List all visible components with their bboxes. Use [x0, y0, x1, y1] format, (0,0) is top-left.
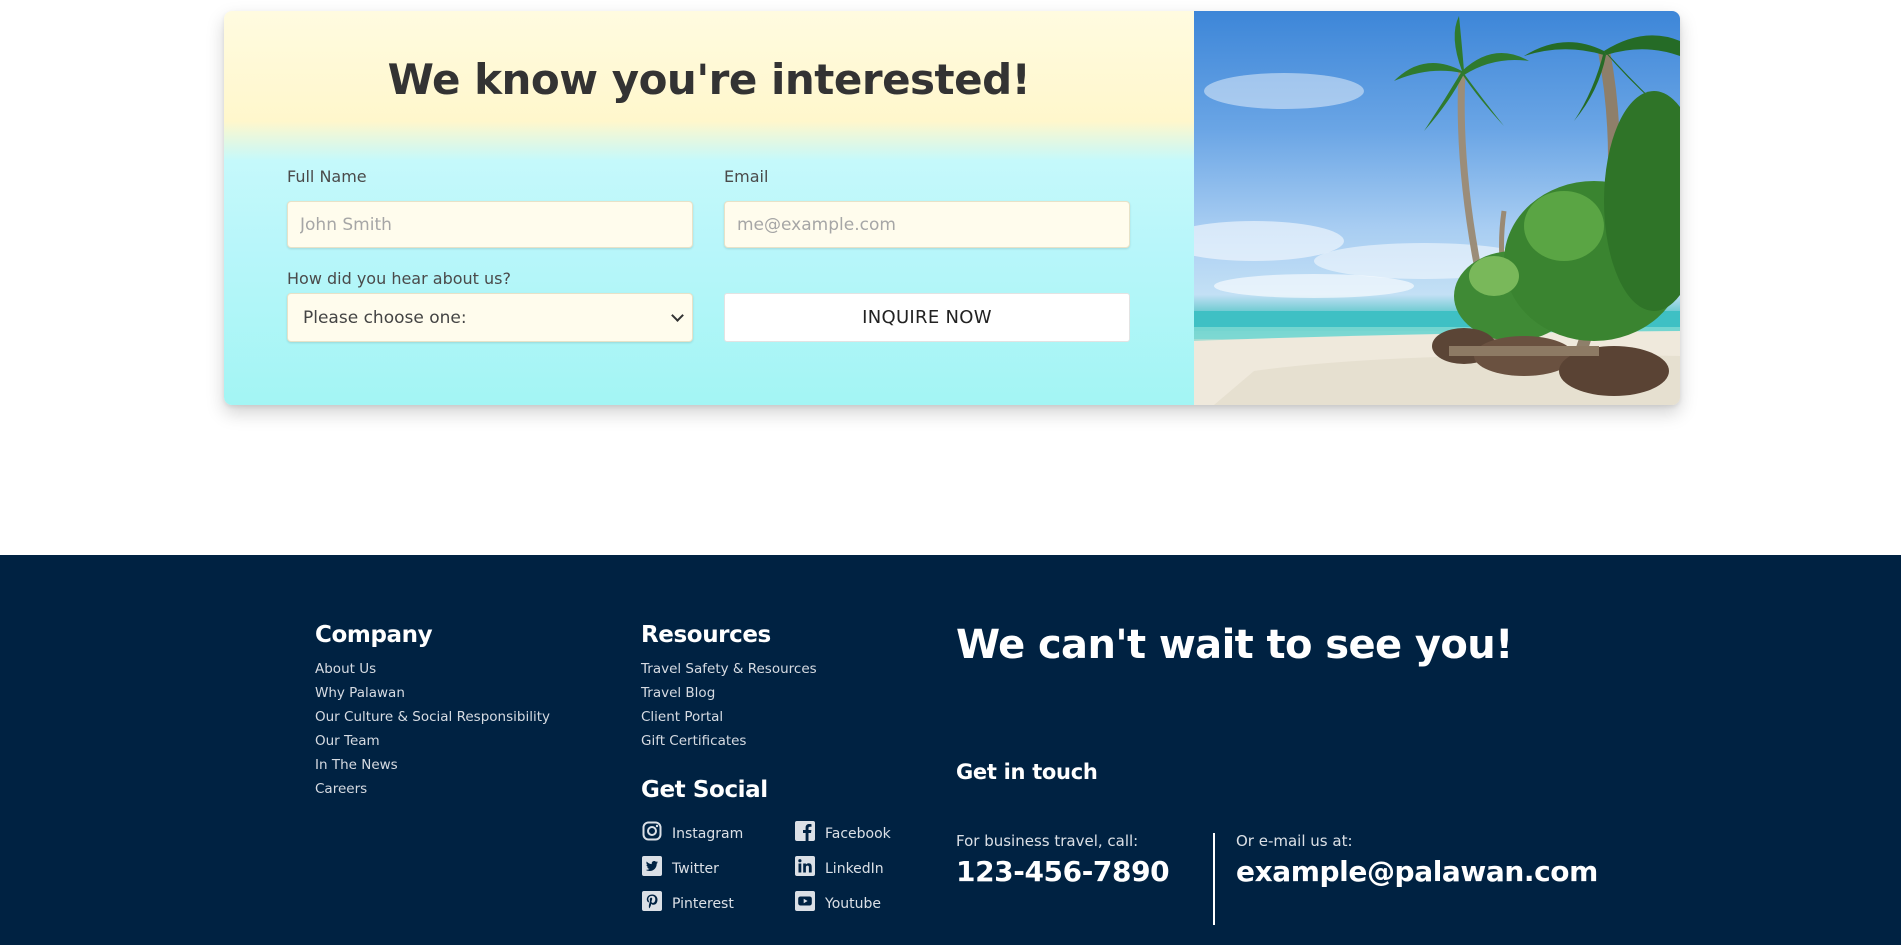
social-link-youtube[interactable]: Youtube [794, 888, 881, 914]
social-label: Pinterest [672, 896, 734, 912]
full-name-label: Full Name [287, 167, 367, 186]
source-label: How did you hear about us? [287, 269, 511, 288]
twitter-icon [641, 855, 663, 877]
social-label: Facebook [825, 826, 891, 842]
social-link-linkedin[interactable]: LinkedIn [794, 853, 884, 879]
form-title: We know you're interested! [387, 55, 1031, 104]
social-heading: Get Social [641, 777, 768, 803]
footer-link-gift-certificates[interactable]: Gift Certificates [641, 729, 817, 753]
footer-link-travel-blog[interactable]: Travel Blog [641, 681, 817, 705]
pinterest-icon [641, 890, 663, 912]
facebook-icon [794, 820, 816, 842]
source-selected-value: Please choose one: [303, 307, 467, 328]
resources-heading: Resources [641, 622, 771, 648]
footer-link-culture[interactable]: Our Culture & Social Responsibility [315, 705, 550, 729]
phone-label: For business travel, call: [956, 832, 1139, 850]
resources-links: Travel Safety & Resources Travel Blog Cl… [641, 657, 817, 753]
footer-link-careers[interactable]: Careers [315, 777, 550, 801]
social-label: LinkedIn [825, 861, 884, 877]
email-input[interactable] [724, 201, 1130, 248]
social-label: Twitter [672, 861, 719, 877]
get-in-touch-heading: Get in touch [956, 760, 1098, 784]
social-link-facebook[interactable]: Facebook [794, 818, 891, 844]
social-link-pinterest[interactable]: Pinterest [641, 888, 734, 914]
full-name-input[interactable] [287, 201, 693, 248]
phone-number-link[interactable]: 123-456-7890 [956, 855, 1170, 888]
email-label: Email [724, 167, 769, 186]
inquiry-card: We know you're interested! Full Name Ema… [224, 11, 1680, 405]
social-link-instagram[interactable]: Instagram [641, 818, 743, 844]
source-select[interactable]: Please choose one: [287, 293, 693, 342]
footer-link-why-palawan[interactable]: Why Palawan [315, 681, 550, 705]
contact-divider [1213, 833, 1215, 925]
linkedin-icon [794, 855, 816, 877]
footer-tagline: We can't wait to see you! [956, 622, 1513, 668]
footer-link-in-the-news[interactable]: In The News [315, 753, 550, 777]
email-address-link[interactable]: example@palawan.com [1236, 855, 1598, 888]
youtube-icon [794, 890, 816, 912]
inquiry-form: We know you're interested! Full Name Ema… [224, 11, 1194, 405]
email-contact-label: Or e-mail us at: [1236, 832, 1353, 850]
site-footer [0, 555, 1901, 945]
beach-palm-illustration [1194, 16, 1680, 405]
social-label: Youtube [825, 896, 881, 912]
footer-link-travel-safety[interactable]: Travel Safety & Resources [641, 657, 817, 681]
company-heading: Company [315, 622, 433, 648]
social-link-twitter[interactable]: Twitter [641, 853, 719, 879]
inquire-now-button[interactable]: INQUIRE NOW [724, 293, 1130, 342]
footer-link-client-portal[interactable]: Client Portal [641, 705, 817, 729]
footer-link-our-team[interactable]: Our Team [315, 729, 550, 753]
chevron-down-icon [671, 309, 684, 322]
instagram-icon [641, 820, 663, 842]
footer-link-about-us[interactable]: About Us [315, 657, 550, 681]
beach-photo [1194, 11, 1680, 405]
social-label: Instagram [672, 826, 744, 842]
company-links: About Us Why Palawan Our Culture & Socia… [315, 657, 550, 801]
